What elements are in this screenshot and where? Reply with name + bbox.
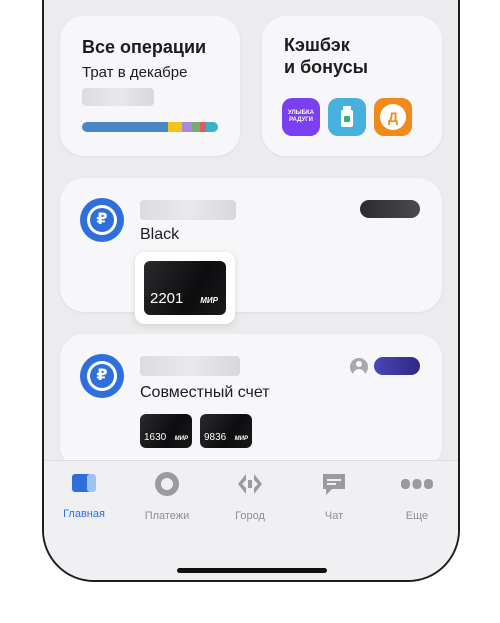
ruble-icon: ₽ — [80, 354, 124, 398]
nav-chat[interactable]: Чат — [304, 471, 364, 522]
account-name: Совместный счет — [140, 384, 270, 401]
card-number: 1630 — [144, 432, 167, 443]
cashback-title-line2: и бонусы — [284, 57, 368, 77]
home-indicator[interactable] — [177, 568, 327, 573]
bottle-icon — [341, 106, 353, 127]
phone-screen: Все операции Трат в декабре Кэшбэк и бон… — [42, 0, 460, 582]
account-name: Black — [140, 226, 180, 243]
nav-more[interactable]: Еще — [387, 471, 447, 522]
spend-segment — [168, 122, 182, 132]
person-icon — [350, 358, 368, 376]
payments-icon — [155, 472, 179, 496]
nav-payments[interactable]: Платежи — [137, 471, 197, 522]
bottom-nav: Главная Платежи Город Чат Еще — [44, 460, 458, 580]
account-balance-hidden — [140, 200, 236, 220]
card-number: 9836 — [204, 432, 227, 443]
mir-logo: МИР — [174, 436, 188, 442]
spend-categories-bar — [82, 122, 218, 132]
cashback-tile[interactable]: Кэшбэк и бонусы УЛЫБКА РАДУГИ Д — [262, 16, 442, 156]
city-icon — [238, 474, 262, 494]
partner-vitamin-icon[interactable] — [328, 98, 366, 136]
account-balance-hidden — [140, 356, 240, 376]
spend-amount-hidden — [82, 88, 154, 106]
card-1630[interactable]: 1630 МИР — [140, 414, 192, 448]
partner-d-icon[interactable]: Д — [374, 98, 412, 136]
home-icon — [72, 474, 96, 492]
operations-subtitle: Трат в декабре — [82, 64, 188, 81]
spend-segment — [82, 122, 168, 132]
ruble-icon: ₽ — [80, 198, 124, 242]
account-action-pill[interactable] — [360, 200, 420, 218]
operations-title: Все операции — [82, 37, 207, 57]
spend-segment — [182, 122, 192, 132]
account-joint-tile[interactable]: ₽ Совместный счет 1630 МИР 9836 МИР — [60, 334, 442, 470]
account-action-pill[interactable] — [374, 357, 420, 375]
operations-tile[interactable]: Все операции Трат в декабре — [60, 16, 240, 156]
mir-logo: МИР — [200, 296, 218, 305]
card-highlight: 2201 МИР — [135, 252, 235, 324]
chat-icon — [323, 474, 345, 495]
partner-d-label: Д — [388, 109, 398, 125]
card-2201[interactable]: 2201 МИР — [144, 261, 226, 315]
partner-ulybka-icon[interactable]: УЛЫБКА РАДУГИ — [282, 98, 320, 136]
cashback-title-line1: Кэшбэк — [284, 35, 350, 55]
cashback-title: Кэшбэк и бонусы — [284, 34, 368, 78]
partner-ulybka-label: УЛЫБКА РАДУГИ — [288, 110, 314, 123]
nav-city[interactable]: Город — [220, 471, 280, 522]
nav-home[interactable]: Главная — [54, 471, 114, 520]
mir-logo: МИР — [234, 436, 248, 442]
account-black-tile[interactable]: ₽ Black 2201 МИР — [60, 178, 442, 324]
card-9836[interactable]: 9836 МИР — [200, 414, 252, 448]
spend-segment — [192, 122, 200, 132]
card-number: 2201 — [150, 290, 184, 307]
spend-segment — [206, 122, 218, 132]
more-icon — [401, 479, 433, 489]
